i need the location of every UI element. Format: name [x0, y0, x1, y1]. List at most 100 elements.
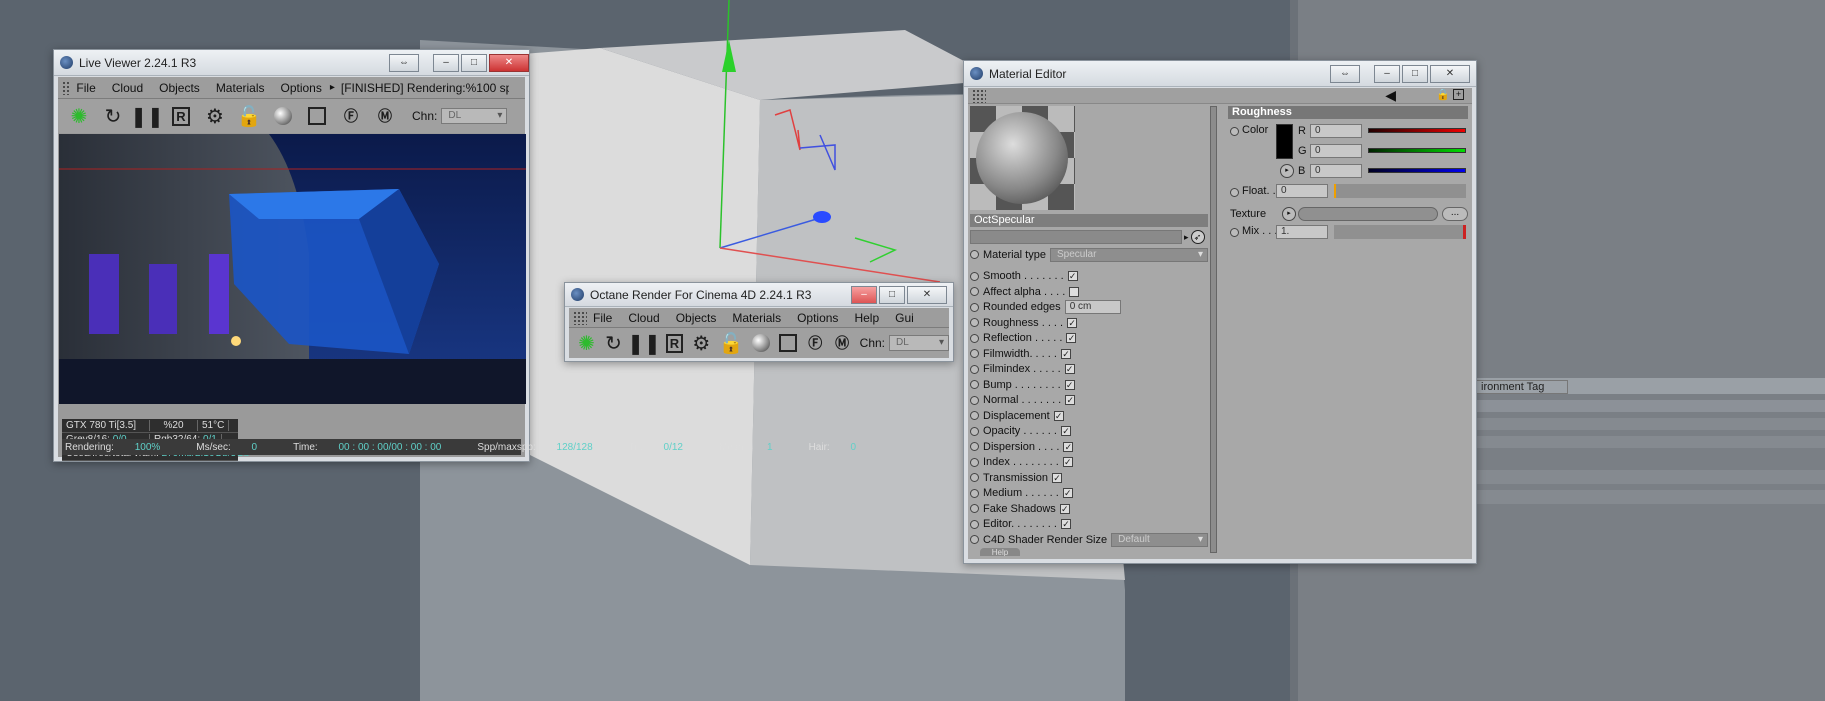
minimize-button[interactable]: –	[433, 53, 459, 72]
link-arrow-icon[interactable]: ▸	[1184, 232, 1189, 243]
close-button[interactable]: ✕	[489, 53, 529, 72]
pin-f-icon[interactable]: Ⓕ	[806, 330, 825, 356]
channel-radio[interactable]	[970, 488, 979, 498]
mix-input[interactable]: 1.	[1276, 225, 1328, 239]
new-window-icon[interactable]: +	[1453, 89, 1464, 100]
b-input[interactable]: 0	[1310, 164, 1362, 178]
maximize-button[interactable]: □	[461, 53, 487, 72]
channel-radio[interactable]	[970, 519, 979, 529]
channel-checkbox[interactable]: ✓	[1060, 426, 1071, 437]
material-sphere-icon[interactable]	[270, 103, 296, 129]
channel-radio[interactable]	[970, 364, 979, 374]
material-preview[interactable]	[970, 106, 1075, 210]
channel-radio[interactable]	[970, 411, 979, 421]
channel-checkbox[interactable]: ✓	[1065, 395, 1076, 406]
swap-arrows-icon[interactable]: ⇔	[389, 53, 419, 72]
pause-icon[interactable]: ❚❚	[627, 330, 661, 356]
grip-icon[interactable]	[972, 89, 986, 103]
channel-radio[interactable]	[970, 349, 979, 359]
grip-icon[interactable]	[62, 80, 71, 95]
menu-materials[interactable]: Materials	[732, 311, 781, 325]
shader-size-dropdown[interactable]: Default	[1111, 532, 1208, 547]
render-image[interactable]	[59, 134, 526, 404]
channel-checkbox[interactable]: ✓	[1067, 317, 1078, 328]
octane-logo-icon[interactable]: ✺	[577, 330, 596, 356]
material-sphere-icon[interactable]	[752, 330, 771, 356]
channel-selector[interactable]: Chn: DL	[412, 108, 508, 124]
menu-objects[interactable]: Objects	[676, 311, 717, 325]
material-editor-titlebar[interactable]: Material Editor ⇔ – □ ✕	[964, 61, 1476, 87]
help-button[interactable]: Help	[980, 547, 1020, 556]
texture-slot[interactable]	[1298, 207, 1438, 221]
float-slider[interactable]	[1334, 184, 1466, 198]
channel-checkbox[interactable]: ✓	[1052, 472, 1062, 483]
channel-checkbox[interactable]: ✓	[1062, 457, 1073, 468]
environment-tag-label[interactable]: ironment Tag	[1474, 380, 1568, 394]
refresh-icon[interactable]: ↻	[100, 103, 126, 129]
channel-radio[interactable]	[970, 442, 979, 452]
channel-checkbox[interactable]: ✓	[1064, 379, 1075, 390]
affect-alpha-checkbox[interactable]	[1069, 286, 1080, 297]
region-render-icon[interactable]: R	[168, 103, 194, 129]
grip-icon[interactable]	[573, 310, 587, 325]
b-slider[interactable]	[1368, 168, 1466, 173]
channel-checkbox[interactable]: ✓	[1063, 441, 1074, 452]
minimize-button[interactable]: –	[851, 285, 877, 304]
menu-options[interactable]: Options	[281, 81, 322, 95]
material-type-radio[interactable]	[970, 250, 979, 260]
menu-objects[interactable]: Objects	[159, 81, 200, 95]
back-arrow-icon[interactable]: ◀	[1385, 87, 1396, 104]
color-radio[interactable]	[1230, 127, 1239, 136]
channel-checkbox[interactable]: ✓	[1066, 333, 1077, 344]
pick-icon[interactable]: ➶	[1190, 230, 1205, 244]
menu-materials[interactable]: Materials	[216, 81, 265, 95]
pause-icon[interactable]: ❚❚	[130, 103, 164, 129]
channel-dropdown[interactable]: DL	[889, 335, 950, 351]
pin-m-icon[interactable]: Ⓜ	[833, 330, 852, 356]
gear-icon[interactable]: ⚙	[692, 330, 711, 356]
frame-icon[interactable]	[304, 103, 330, 129]
affect-alpha-radio[interactable]	[970, 287, 979, 297]
channel-selector[interactable]: Chn: DL	[860, 335, 950, 351]
menu-cloud[interactable]: Cloud	[112, 81, 143, 95]
channel-dropdown[interactable]: DL	[441, 108, 508, 124]
menu-options[interactable]: Options	[797, 311, 838, 325]
rounded-edges-input[interactable]: 0 cm	[1064, 300, 1121, 315]
refresh-icon[interactable]: ↻	[604, 330, 623, 356]
octane-logo-icon[interactable]: ✺	[66, 103, 92, 129]
swap-arrows-icon[interactable]: ⇔	[1330, 64, 1360, 83]
close-button[interactable]: ✕	[907, 285, 947, 304]
smooth-radio[interactable]	[970, 271, 979, 281]
menu-cloud[interactable]: Cloud	[628, 311, 659, 325]
g-input[interactable]: 0	[1310, 144, 1362, 158]
menu-gui[interactable]: Gui	[895, 311, 914, 325]
lock-open-icon[interactable]: 🔓	[236, 103, 262, 129]
maximize-button[interactable]: □	[1402, 64, 1428, 83]
channel-radio[interactable]	[970, 333, 979, 343]
channel-radio[interactable]	[970, 426, 979, 436]
float-input[interactable]: 0	[1276, 184, 1328, 198]
pin-f-icon[interactable]: Ⓕ	[338, 103, 364, 129]
channel-radio[interactable]	[970, 457, 979, 467]
menu-file[interactable]: File	[593, 311, 612, 325]
smooth-checkbox[interactable]: ✓	[1067, 271, 1078, 282]
lock-icon[interactable]: 🔒	[1436, 88, 1450, 101]
g-slider[interactable]	[1368, 148, 1466, 153]
live-viewer-titlebar[interactable]: Live Viewer 2.24.1 R3 ⇔ – □ ✕	[54, 50, 529, 76]
pin-m-icon[interactable]: Ⓜ	[372, 103, 398, 129]
mix-radio[interactable]	[1230, 228, 1239, 237]
menu-overflow-arrow-icon[interactable]: ▸	[330, 82, 335, 93]
material-name[interactable]: OctSpecular	[970, 214, 1208, 227]
float-radio[interactable]	[1230, 188, 1239, 197]
rounded-edges-radio[interactable]	[970, 302, 979, 312]
maximize-button[interactable]: □	[879, 285, 905, 304]
color-mode-button[interactable]: ▸	[1280, 164, 1294, 178]
mix-slider[interactable]	[1334, 225, 1466, 239]
octane-titlebar[interactable]: Octane Render For Cinema 4D 2.24.1 R3 – …	[565, 283, 953, 307]
channel-checkbox[interactable]: ✓	[1059, 503, 1070, 514]
texture-browse-button[interactable]: ...	[1442, 207, 1468, 221]
material-type-dropdown[interactable]: Specular	[1049, 247, 1208, 262]
channel-radio[interactable]	[970, 473, 979, 483]
menu-help[interactable]: Help	[854, 311, 879, 325]
channel-checkbox[interactable]: ✓	[1053, 410, 1064, 421]
